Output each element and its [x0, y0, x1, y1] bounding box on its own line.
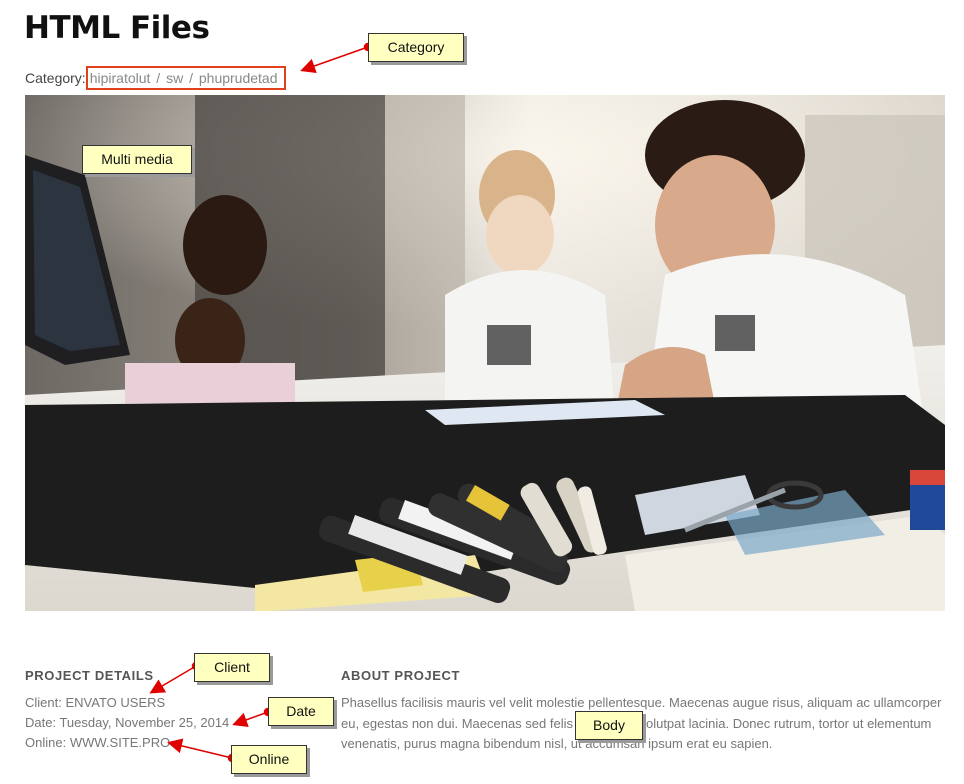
- client-value: ENVATO USERS: [65, 695, 166, 710]
- category-link-3[interactable]: phuprudetad: [199, 70, 278, 86]
- about-project-heading: ABOUT PROJECT: [341, 668, 461, 683]
- date-row: Date: Tuesday, November 25, 2014: [25, 715, 229, 730]
- page-title: HTML Files: [24, 10, 210, 46]
- online-label: Online:: [25, 735, 67, 750]
- body-callout: Body: [575, 711, 643, 740]
- category-link-2[interactable]: sw: [166, 70, 183, 86]
- category-arrow: [300, 46, 369, 74]
- online-arrow: [167, 738, 233, 759]
- about-project-body: Phasellus facilisis mauris vel velit mol…: [341, 695, 942, 751]
- category-callout: Category: [368, 33, 464, 62]
- category-separator: /: [152, 70, 165, 86]
- project-details-heading: PROJECT DETAILS: [25, 668, 154, 683]
- multimedia-callout: Multi media: [82, 145, 192, 174]
- category-link-1[interactable]: hipiratolut: [90, 70, 151, 86]
- date-label: Date:: [25, 715, 57, 730]
- date-callout: Date: [268, 697, 334, 726]
- client-label: Client:: [25, 695, 62, 710]
- category-label: Category:: [25, 70, 86, 86]
- online-link[interactable]: WWW.SITE.PRO: [70, 735, 170, 750]
- client-row: Client: ENVATO USERS: [25, 695, 165, 710]
- category-line: Category: hipiratolut / sw / phuprudetad: [25, 66, 286, 90]
- client-callout: Client: [194, 653, 270, 682]
- online-callout: Online: [231, 745, 307, 774]
- category-links-highlight: hipiratolut / sw / phuprudetad: [85, 66, 286, 90]
- category-separator: /: [185, 70, 197, 86]
- date-arrow: [232, 711, 269, 727]
- online-row: Online: WWW.SITE.PRO: [25, 735, 170, 750]
- client-arrow: [149, 665, 197, 694]
- date-value: Tuesday, November 25, 2014: [59, 715, 230, 730]
